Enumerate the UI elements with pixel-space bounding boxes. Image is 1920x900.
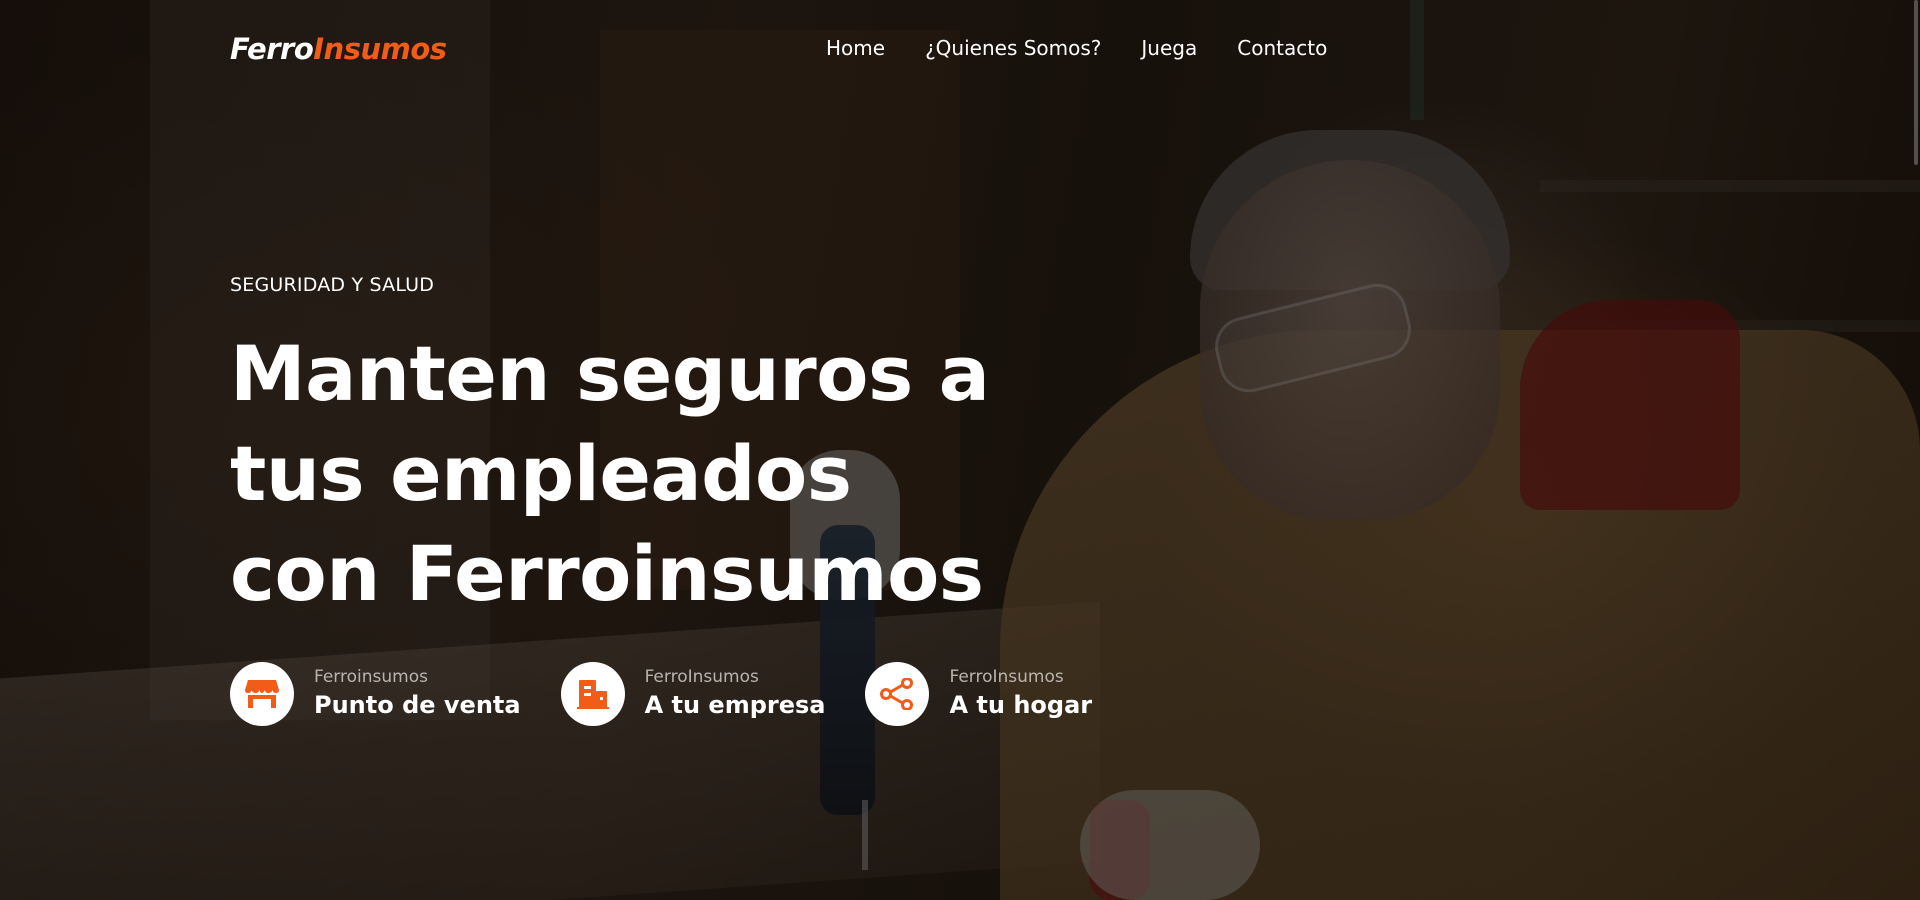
hero-section: FerroInsumos Home ¿Quienes Somos? Juega … — [0, 0, 1920, 900]
headline-line: tus empleados — [230, 429, 852, 518]
logo-text-primary: Ferro — [230, 32, 314, 66]
feature-text: FerroInsumos A tu hogar — [949, 666, 1092, 722]
feature-title: Punto de venta — [314, 691, 521, 719]
store-icon — [245, 680, 279, 708]
nav-item-contact: Contacto — [1237, 36, 1327, 60]
share-icon — [880, 678, 914, 710]
nav-item-about: ¿Quienes Somos? — [925, 36, 1101, 60]
navbar: FerroInsumos Home ¿Quienes Somos? Juega … — [0, 0, 1920, 100]
nav-link-home[interactable]: Home — [826, 36, 885, 60]
feature-text: FerroInsumos A tu empresa — [645, 666, 826, 722]
feature-point-of-sale[interactable]: Ferroinsumos Punto de venta — [230, 662, 521, 726]
feature-title: A tu hogar — [949, 691, 1093, 719]
feature-icon-circle — [230, 662, 294, 726]
feature-icon-circle — [865, 662, 930, 726]
feature-home[interactable]: FerroInsumos A tu hogar — [865, 662, 1092, 726]
nav-item-play: Juega — [1141, 36, 1197, 60]
logo-text-accent: Insumos — [313, 32, 447, 66]
hero-content: SEGURIDAD Y SALUD Manten seguros a tus e… — [230, 274, 1050, 624]
page-scrollbar[interactable] — [1914, 0, 1918, 165]
nav-link-about[interactable]: ¿Quienes Somos? — [925, 36, 1101, 60]
nav-item-home: Home — [826, 36, 885, 60]
feature-business[interactable]: FerroInsumos A tu empresa — [560, 662, 826, 726]
feature-title: A tu empresa — [644, 691, 826, 719]
nav-link-contact[interactable]: Contacto — [1237, 36, 1327, 60]
nav-link-play[interactable]: Juega — [1141, 36, 1197, 60]
hero-eyebrow: SEGURIDAD Y SALUD — [230, 274, 435, 296]
nav-menu: Home ¿Quienes Somos? Juega Contacto — [826, 36, 1327, 60]
hero-headline: Manten seguros a tus empleados con Ferro… — [230, 324, 1050, 624]
feature-kicker: FerroInsumos — [644, 667, 759, 687]
headline-line: con Ferroinsumos — [230, 529, 984, 618]
feature-kicker: Ferroinsumos — [314, 667, 428, 687]
headline-line: Manten seguros a — [230, 329, 990, 418]
feature-list: Ferroinsumos Punto de venta FerroInsumos… — [230, 662, 1132, 726]
site-logo[interactable]: FerroInsumos — [230, 32, 447, 66]
feature-icon-circle — [560, 662, 625, 726]
feature-kicker: FerroInsumos — [949, 667, 1064, 687]
feature-text: Ferroinsumos Punto de venta — [314, 666, 521, 722]
building-icon — [576, 680, 609, 709]
